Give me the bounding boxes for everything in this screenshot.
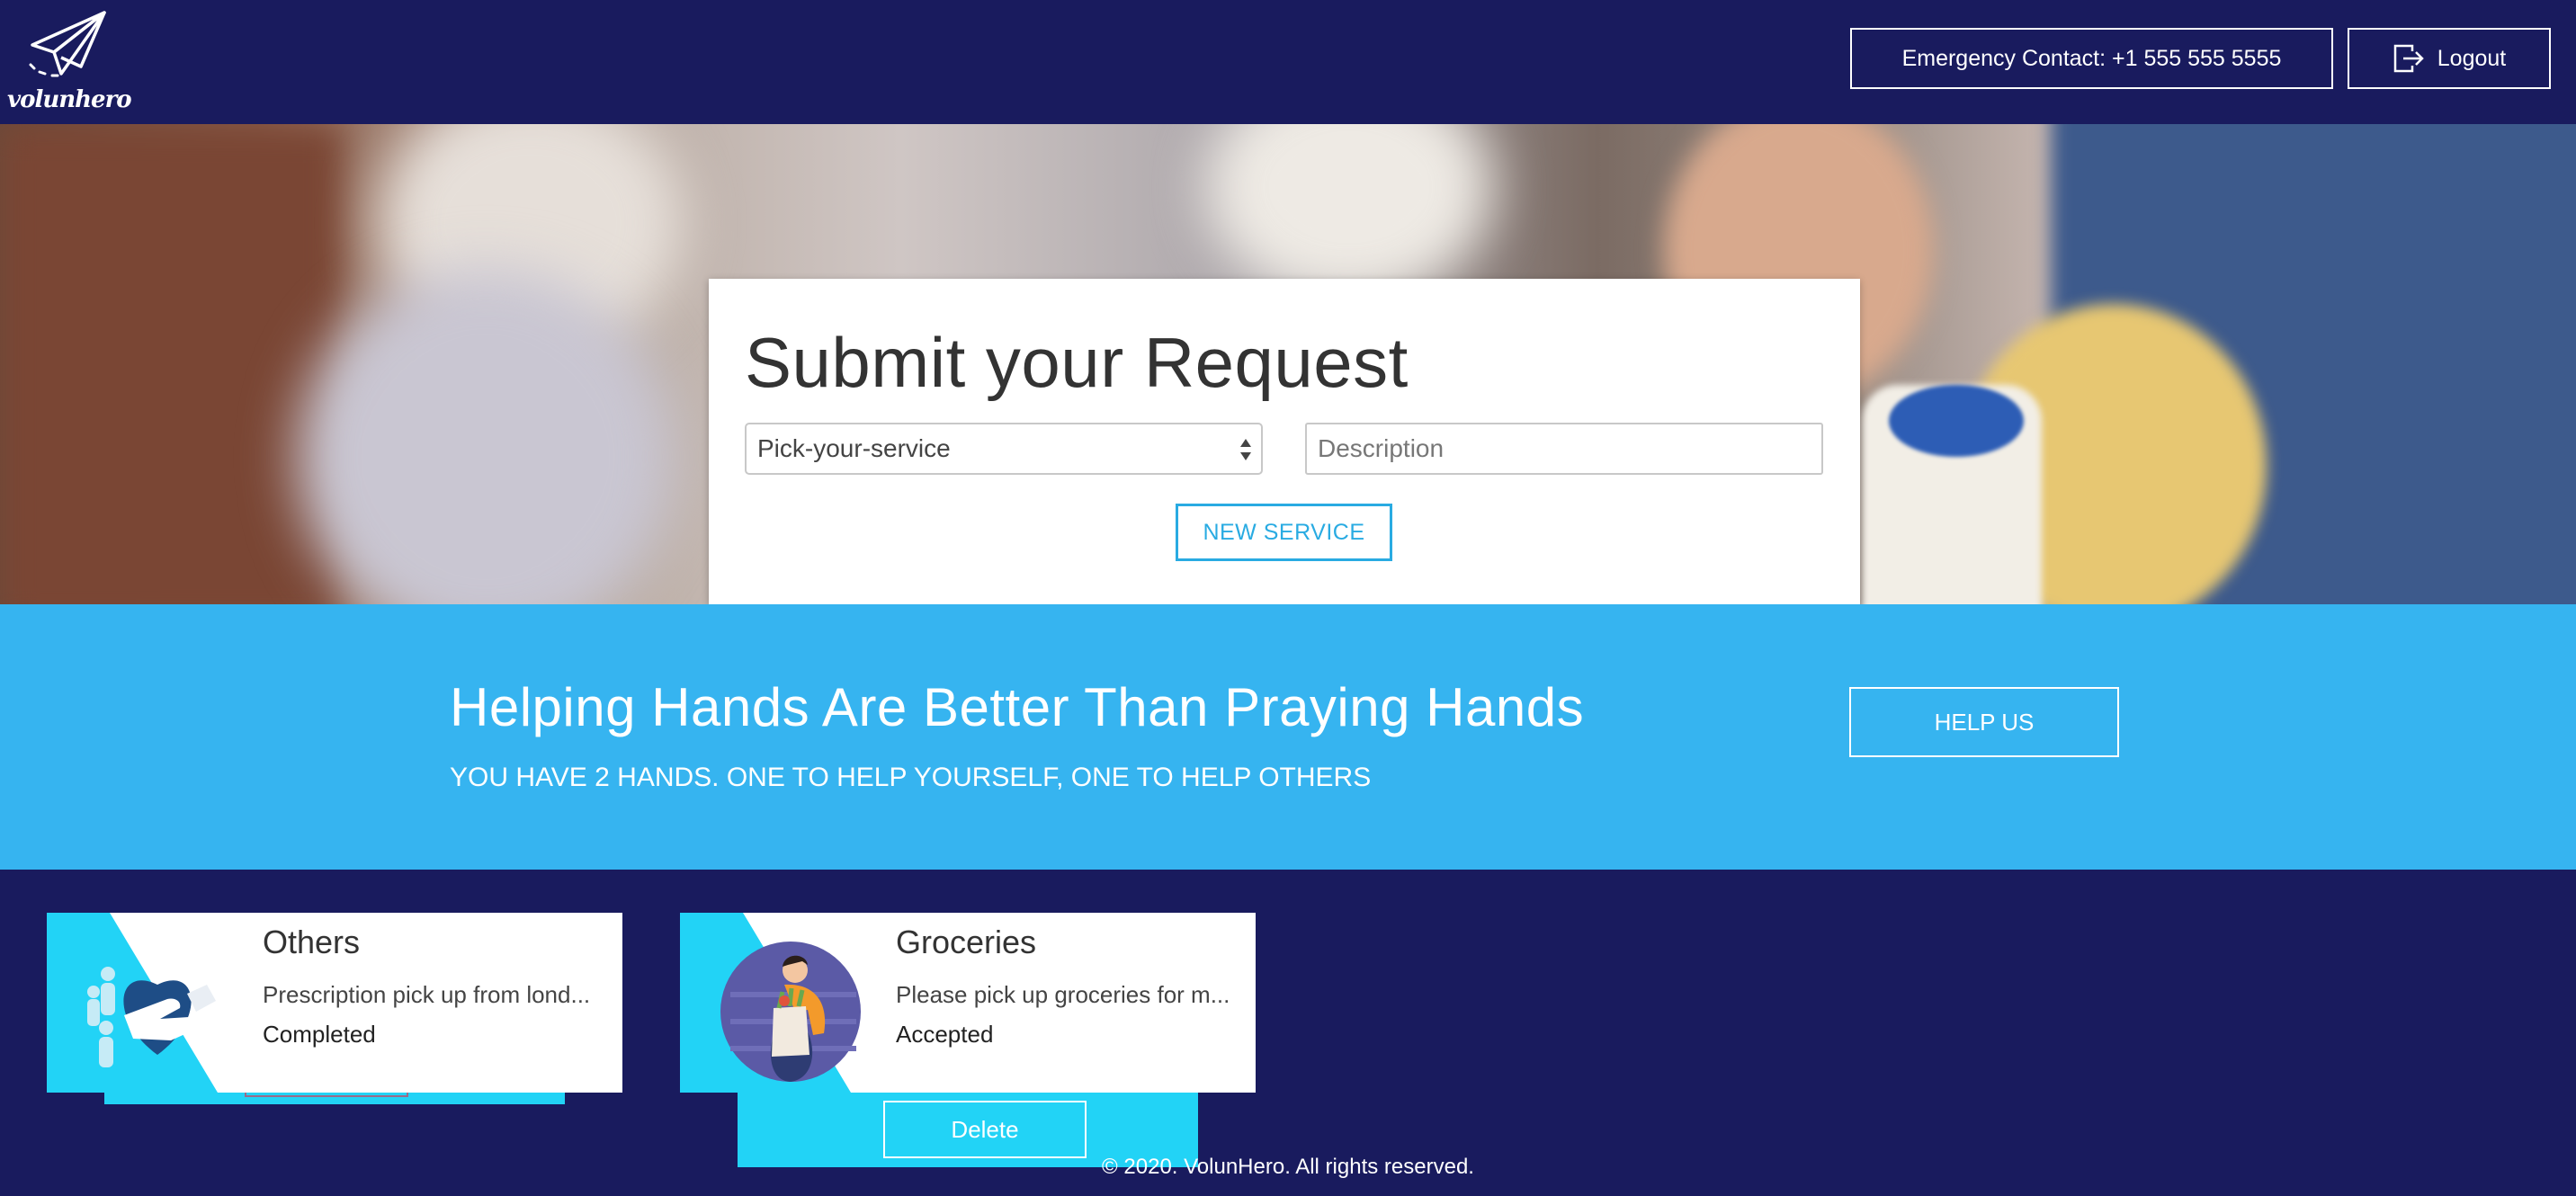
card-category: Groceries (896, 924, 1037, 960)
service-select-value: Pick-your-service (757, 434, 951, 462)
paper-plane-icon (29, 11, 106, 77)
blurred-window-shape-2 (1205, 124, 1493, 304)
panel-title: Submit your Request (745, 323, 1409, 402)
banner-subtitle: YOU HAVE 2 HANDS. ONE TO HELP YOURSELF, … (450, 763, 1372, 792)
description-input[interactable] (1305, 423, 1823, 475)
banner-title: Helping Hands Are Better Than Praying Ha… (450, 677, 1585, 737)
new-service-button[interactable]: NEW SERVICE (1176, 504, 1392, 561)
logout-label: Logout (2437, 45, 2507, 71)
logout-button[interactable]: Logout (2348, 28, 2551, 89)
grocery-person-icon (720, 942, 861, 1082)
submit-request-panel: Submit your Request Pick-your-service NE… (709, 279, 1860, 604)
new-service-label: NEW SERVICE (1203, 519, 1365, 545)
top-header: volunhero Emergency Contact: +1 555 555 … (0, 0, 2576, 124)
request-card[interactable]: Groceries Please pick up groceries for m… (680, 913, 1256, 1093)
card-status: Accepted (896, 1021, 994, 1048)
select-arrows-icon (1240, 439, 1251, 460)
delete-button[interactable]: Delete (883, 1101, 1087, 1158)
emergency-contact-label: Emergency Contact: +1 555 555 5555 (1901, 45, 2282, 71)
copyright-footer: © 2020. VolunHero. All rights reserved. (1102, 1155, 1474, 1179)
card-description: Prescription pick up from lond... (263, 981, 591, 1008)
card-description: Please pick up groceries for m... (896, 981, 1230, 1008)
delete-label: Delete (951, 1115, 1019, 1143)
emergency-contact-button[interactable]: Emergency Contact: +1 555 555 5555 (1850, 28, 2333, 89)
help-us-label: HELP US (1934, 708, 2035, 736)
helping-hands-banner: Helping Hands Are Better Than Praying Ha… (0, 604, 2576, 870)
help-us-button[interactable]: HELP US (1849, 687, 2119, 757)
request-card[interactable]: Others Prescription pick up from lond...… (47, 913, 622, 1093)
heart-hand-icon (87, 967, 216, 1067)
card-status: Completed (263, 1021, 376, 1048)
bottle-cap-shape (1889, 385, 2024, 457)
brick-wall-shape (0, 124, 342, 604)
service-select[interactable]: Pick-your-service (745, 423, 1263, 475)
volunhero-logo[interactable]: volunhero (7, 7, 132, 117)
card-category: Others (263, 924, 361, 960)
logout-icon (2393, 44, 2424, 73)
logo-text: volunhero (7, 86, 132, 113)
